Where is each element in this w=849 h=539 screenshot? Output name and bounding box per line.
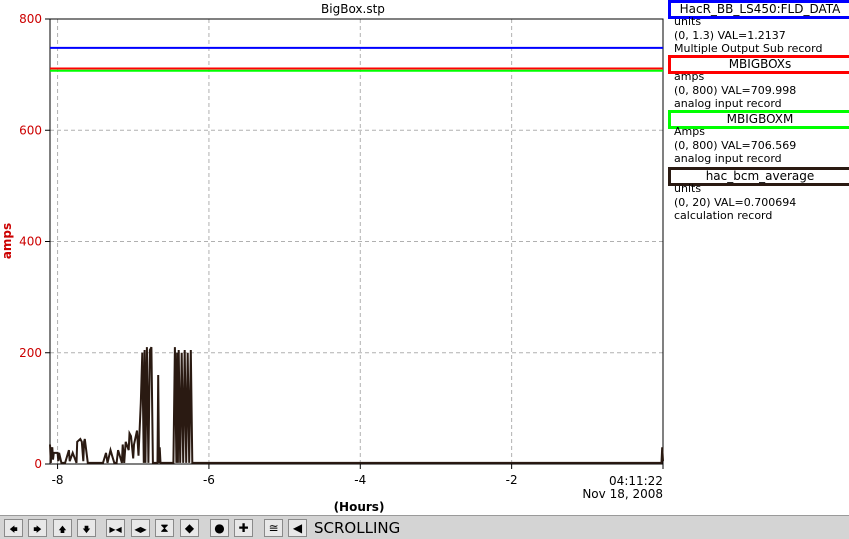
zoom-in-x-button[interactable]: ▶◀ xyxy=(106,519,125,537)
y-tick-label: 0 xyxy=(34,457,42,471)
zoom-in-y-icon: ⧗ xyxy=(160,521,169,535)
y-tick-label: 600 xyxy=(19,123,42,137)
x-tick-label: -8 xyxy=(52,473,64,487)
scroll-right-icon: 🡆 xyxy=(33,525,42,534)
stop-icon: ● xyxy=(214,521,225,535)
legend-item-3-units: Amps xyxy=(674,125,705,138)
config-icon: ≅ xyxy=(268,521,279,535)
y-tick-label: 400 xyxy=(19,235,42,249)
toolbar: 🡄 🡆 🡅 🡇 ▶◀ ◀▶ ⧗ ◆ ● ✚ ≅ ◀ SCROLLING xyxy=(0,515,849,539)
scroll-right-button[interactable]: 🡆 xyxy=(28,519,47,537)
legend-item-4-record: calculation record xyxy=(674,209,773,222)
stop-button[interactable]: ● xyxy=(210,519,229,537)
back-icon: ◀ xyxy=(292,521,303,535)
end-date-label: Nov 18, 2008 xyxy=(582,487,663,501)
add-button[interactable]: ✚ xyxy=(234,519,253,537)
x-axis-label: (Hours) xyxy=(334,500,385,514)
legend-item-3-range-val: (0, 800) VAL=706.569 xyxy=(674,138,797,152)
y-axis: 0 200 400 600 800 xyxy=(19,12,50,471)
y-tick-label: 800 xyxy=(19,12,42,26)
legend-item-2-range-val: (0, 800) VAL=709.998 xyxy=(674,83,797,97)
y-tick-label: 200 xyxy=(19,346,42,360)
legend-item-2-units: amps xyxy=(674,70,705,83)
back-button[interactable]: ◀ xyxy=(288,519,307,537)
legend-item-4-units: units xyxy=(674,182,702,195)
legend-item-3-record: analog input record xyxy=(674,152,782,165)
x-tick-label: -2 xyxy=(506,473,518,487)
series-line-4 xyxy=(49,346,664,464)
config-button[interactable]: ≅ xyxy=(264,519,283,537)
scroll-down-icon: 🡇 xyxy=(82,525,91,534)
scroll-up-icon: 🡅 xyxy=(58,525,67,534)
x-axis: -8 -6 -4 -2 xyxy=(52,464,664,487)
legend-item-2-record: analog input record xyxy=(674,97,782,110)
scroll-left-icon: 🡄 xyxy=(9,525,18,534)
zoom-out-x-button[interactable]: ◀▶ xyxy=(131,519,150,537)
zoom-out-y-icon: ◆ xyxy=(184,521,195,535)
end-time-label: 04:11:22 xyxy=(609,474,663,488)
scroll-down-button[interactable]: 🡇 xyxy=(77,519,96,537)
series-lines xyxy=(49,46,664,464)
strip-chart: BigBox.stp 0 200 400 600 800 -8 -6 -4 -2 amps (… xyxy=(0,2,664,514)
legend-item-1-record: Multiple Output Sub record xyxy=(674,42,823,55)
zoom-in-y-button[interactable]: ⧗ xyxy=(155,519,174,537)
legend-item-1-units: units xyxy=(674,15,702,28)
scroll-up-button[interactable]: 🡅 xyxy=(53,519,72,537)
x-tick-label: -4 xyxy=(354,473,366,487)
zoom-out-y-button[interactable]: ◆ xyxy=(180,519,199,537)
scroll-left-button[interactable]: 🡄 xyxy=(4,519,23,537)
legend-item-4-range-val: (0, 20) VAL=0.700694 xyxy=(674,195,797,209)
zoom-in-x-icon: ▶◀ xyxy=(109,525,122,534)
add-icon: ✚ xyxy=(238,521,249,535)
scroll-status-label: SCROLLING xyxy=(314,519,401,537)
zoom-out-x-icon: ◀▶ xyxy=(134,525,147,534)
x-tick-label: -6 xyxy=(203,473,215,487)
chart-title: BigBox.stp xyxy=(321,2,385,16)
legend-item-1-range-val: (0, 1.3) VAL=1.2137 xyxy=(674,28,786,42)
y-axis-label: amps xyxy=(0,223,14,259)
